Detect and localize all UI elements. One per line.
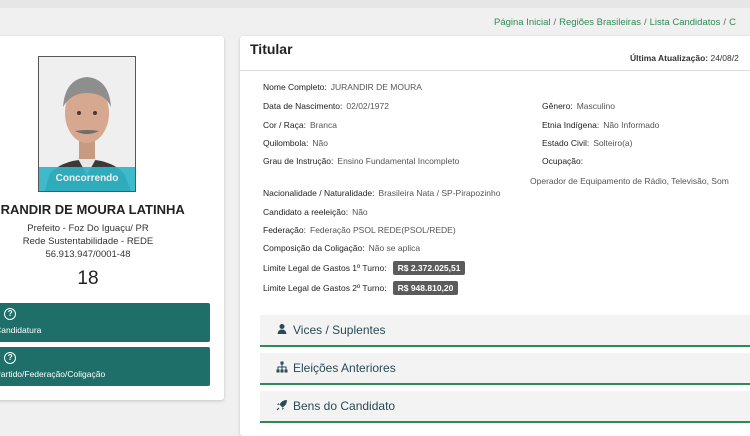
field-label: Cor / Raça:	[263, 120, 306, 130]
breadcrumb-separator: /	[641, 17, 650, 28]
status-box-partido[interactable]: do? o Partido/Federação/Coligação	[0, 347, 210, 386]
candidate-photo: Concorrendo	[38, 56, 136, 192]
candidate-party: Rede Sustentabilidade - REDE	[0, 236, 188, 247]
person-icon	[276, 323, 288, 335]
field-label: Etnia Indígena:	[542, 120, 599, 130]
accordion-label: Bens do Candidato	[293, 399, 395, 413]
breadcrumb-current[interactable]: C	[729, 17, 736, 28]
field-data-nascimento: Data de Nascimento: 02/02/1972	[263, 101, 389, 111]
sitemap-icon	[276, 361, 288, 373]
field-label: Nacionalidade / Naturalidade:	[263, 188, 375, 198]
field-label: Grau de Instrução:	[263, 156, 333, 166]
field-federacao: Federação: Federação PSOL REDE(PSOL/REDE)	[263, 225, 456, 235]
field-label: Federação:	[263, 225, 306, 235]
field-ocupacao-value: Operador de Equipamento de Rádio, Televi…	[530, 176, 729, 186]
candidate-number: 18	[0, 268, 188, 290]
field-nacionalidade: Nacionalidade / Naturalidade: Brasileira …	[263, 188, 500, 198]
field-limite-1-turno: Limite Legal de Gastos 1º Turno: R$ 2.372…	[263, 261, 465, 275]
field-label: Estado Civil:	[542, 138, 589, 148]
field-value: Não se aplica	[369, 243, 421, 253]
field-label: Data de Nascimento:	[263, 101, 342, 111]
titular-card: Titular Última Atualização: 24/08/2 Nome…	[240, 36, 750, 436]
money-badge: R$ 2.372.025,51	[393, 261, 466, 275]
status-description: o Candidatura	[0, 325, 41, 335]
field-value: Não	[312, 138, 328, 148]
field-limite-2-turno: Limite Legal de Gastos 2º Turno: R$ 948.8…	[263, 281, 458, 295]
field-value: Branca	[310, 120, 337, 130]
accordion-vices-suplentes[interactable]: Vices / Suplentes	[260, 315, 750, 347]
field-label: Limite Legal de Gastos 1º Turno:	[263, 263, 387, 273]
field-label: Ocupação:	[542, 156, 583, 166]
field-nome-completo: Nome Completo: JURANDIR DE MOURA	[263, 82, 422, 92]
field-etnia: Etnia Indígena: Não Informado	[542, 120, 659, 130]
field-genero: Gênero: Masculino	[542, 101, 615, 111]
breadcrumb: Página Inicial/Regiões Brasileiras/Lista…	[494, 17, 750, 28]
field-reeleicao: Candidato a reeleição: Não	[263, 207, 368, 217]
accordion-eleicoes-anteriores[interactable]: Eleições Anteriores	[260, 353, 750, 385]
field-estado-civil: Estado Civil: Solteiro(a)	[542, 138, 632, 148]
field-value: Não	[352, 207, 368, 217]
breadcrumb-home[interactable]: Página Inicial	[494, 17, 551, 28]
field-label: Limite Legal de Gastos 2º Turno:	[263, 283, 387, 293]
breadcrumb-separator: /	[551, 17, 560, 28]
field-value: Brasileira Nata / SP-Pirapozinho	[379, 188, 501, 198]
status-title: do?	[0, 352, 16, 364]
last-update-label: Última Atualização:	[630, 53, 708, 63]
breadcrumb-regioes[interactable]: Regiões Brasileiras	[559, 17, 641, 28]
top-bar	[0, 0, 750, 8]
field-quilombola: Quilombola: Não	[263, 138, 328, 148]
accordion-label: Vices / Suplentes	[293, 323, 386, 337]
help-icon[interactable]: ?	[4, 352, 16, 364]
photo-status-badge: Concorrendo	[39, 167, 135, 191]
field-label: Gênero:	[542, 101, 573, 111]
candidate-card: Concorrendo URANDIR DE MOURA LATINHA Pre…	[0, 36, 224, 400]
titular-title: Titular	[250, 41, 293, 57]
field-value: Masculino	[577, 101, 615, 111]
titular-header: Titular Última Atualização: 24/08/2	[240, 36, 750, 71]
candidate-office-location: Prefeito - Foz Do Iguaçu/ PR	[0, 223, 188, 234]
help-icon[interactable]: ?	[4, 308, 16, 320]
breadcrumb-separator: /	[720, 17, 729, 28]
money-badge: R$ 948.810,20	[393, 281, 459, 295]
last-update-value: 24/08/2	[710, 53, 738, 63]
field-value: Solteiro(a)	[593, 138, 632, 148]
field-value: Não Informado	[603, 120, 659, 130]
field-value: Operador de Equipamento de Rádio, Televi…	[530, 176, 729, 186]
status-box-candidatura[interactable]: do? o Candidatura	[0, 303, 210, 342]
field-coligacao: Composição da Coligação: Não se aplica	[263, 243, 420, 253]
field-value: Ensino Fundamental Incompleto	[337, 156, 459, 166]
candidate-name: URANDIR DE MOURA LATINHA	[0, 202, 188, 217]
field-value: JURANDIR DE MOURA	[331, 82, 422, 92]
field-label: Composição da Coligação:	[263, 243, 365, 253]
candidate-cnpj: 56.913.947/0001-48	[0, 249, 188, 260]
field-cor-raca: Cor / Raça: Branca	[263, 120, 337, 130]
accordion-bens-candidato[interactable]: Bens do Candidato	[260, 391, 750, 423]
field-value: Federação PSOL REDE(PSOL/REDE)	[310, 225, 456, 235]
field-ocupacao-label: Ocupação:	[542, 156, 583, 166]
rocket-icon	[276, 399, 288, 411]
breadcrumb-lista[interactable]: Lista Candidatos	[650, 17, 721, 28]
last-update: Última Atualização: 24/08/2	[630, 53, 739, 63]
field-label: Candidato a reeleição:	[263, 207, 348, 217]
field-grau-instrucao: Grau de Instrução: Ensino Fundamental Inc…	[263, 156, 459, 166]
field-value: 02/02/1972	[346, 101, 389, 111]
field-label: Nome Completo:	[263, 82, 327, 92]
status-description: o Partido/Federação/Coligação	[0, 369, 105, 379]
accordion-label: Eleições Anteriores	[293, 361, 396, 375]
field-label: Quilombola:	[263, 138, 308, 148]
status-title: do?	[0, 308, 16, 320]
